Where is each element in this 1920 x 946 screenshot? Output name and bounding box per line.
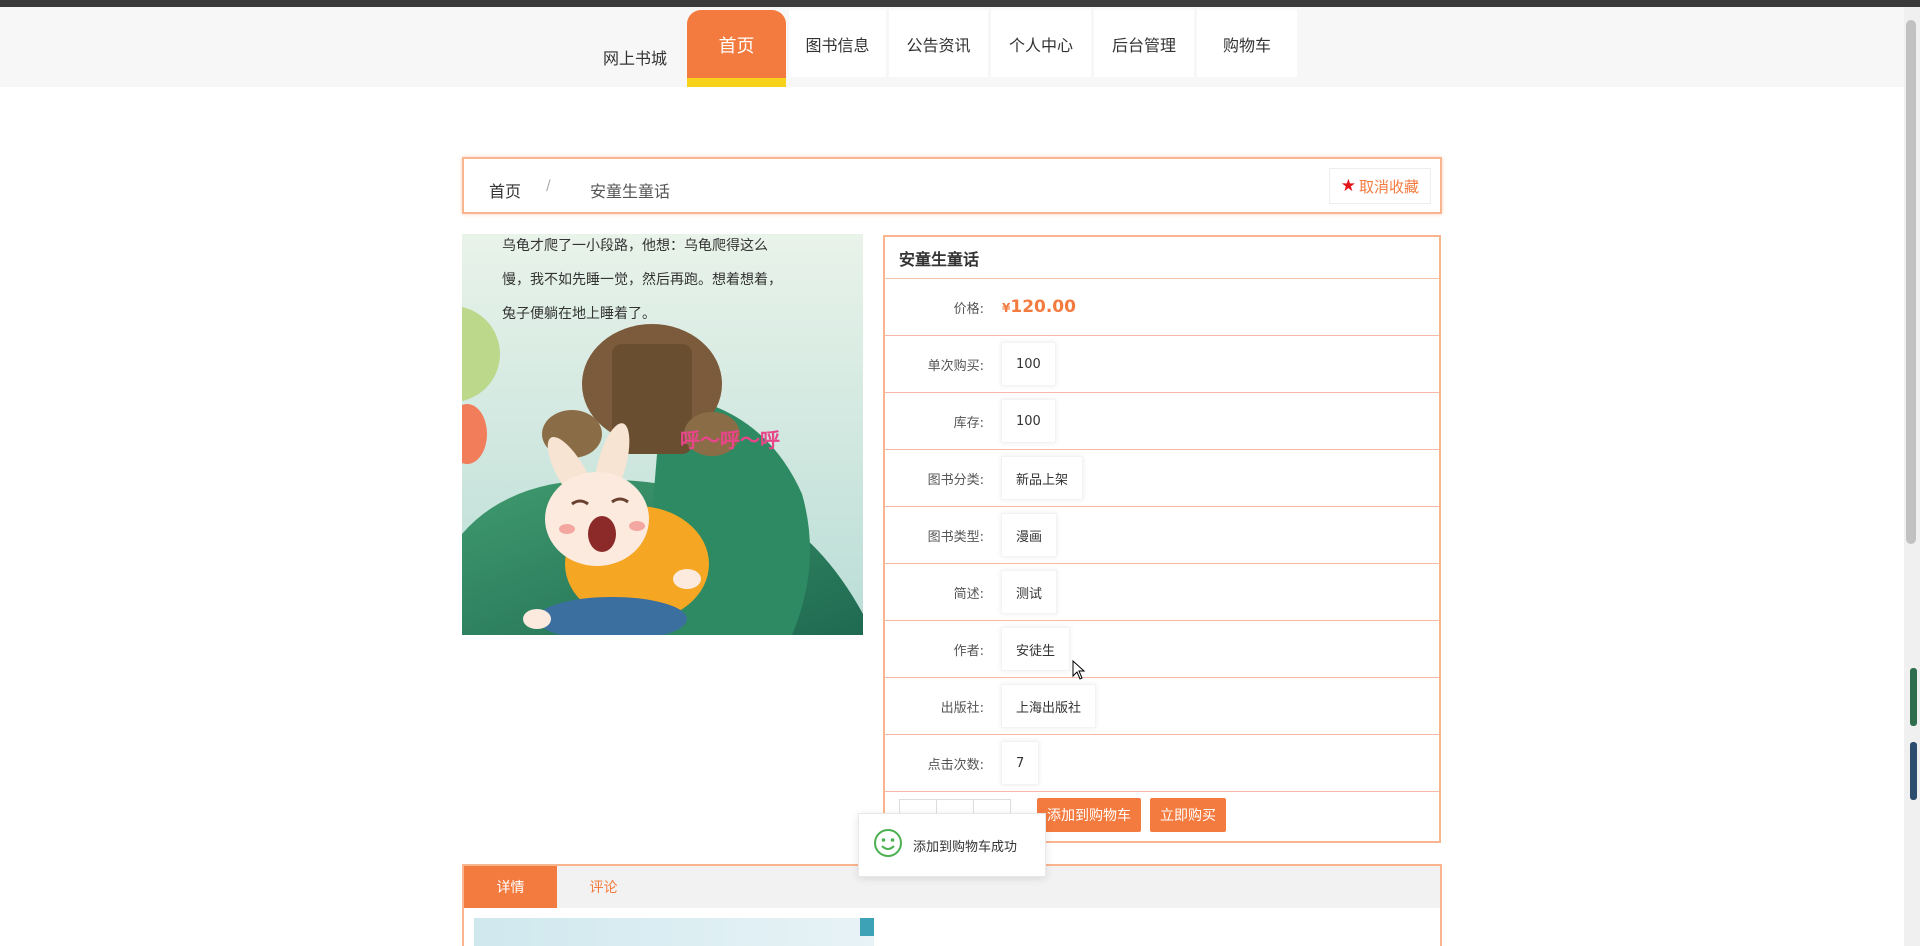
side-widget-blue[interactable]	[1910, 742, 1917, 800]
nav-item-profile[interactable]: 个人中心	[991, 10, 1091, 77]
field-label-author: 作者:	[953, 643, 984, 659]
book-title: 安童生童话	[885, 237, 1439, 279]
field-value-per-purchase: 100	[1001, 342, 1056, 386]
smile-icon	[873, 828, 903, 862]
nav-item-news[interactable]: 公告资讯	[889, 10, 988, 77]
buy-now-button[interactable]: 立即购买	[1150, 798, 1226, 832]
price-amount: 120.00	[1010, 297, 1076, 317]
field-row: 点击次数: 7	[885, 735, 1439, 792]
nav-item-admin[interactable]: 后台管理	[1094, 10, 1194, 77]
breadcrumb-current: 安童生童话	[590, 182, 671, 201]
nav-item-books[interactable]: 图书信息	[789, 10, 886, 77]
field-label-type: 图书类型:	[927, 529, 984, 545]
field-row: 图书分类: 新品上架	[885, 450, 1439, 507]
field-row: 作者: 安徒生	[885, 621, 1439, 678]
detail-image	[474, 918, 874, 946]
field-row: 单次购买: 100	[885, 336, 1439, 393]
toast-notification: 添加到购物车成功	[858, 813, 1046, 877]
book-cover-image: 乌龟才爬了一小段路，他想：乌龟爬得这么 慢，我不如先睡一觉，然后再跑。想着想着，…	[462, 234, 863, 635]
book-info-panel: 安童生童话 价格: ¥120.00 单次购买: 100 库存: 100 图书分类…	[883, 235, 1441, 843]
field-label-publisher: 出版社:	[940, 700, 984, 716]
cover-text-line-2: 慢，我不如先睡一觉，然后再跑。想着想着，	[502, 271, 782, 288]
field-value-stock: 100	[1001, 399, 1056, 443]
add-to-cart-button[interactable]: 添加到购物车	[1037, 798, 1141, 832]
field-value-type: 漫画	[1001, 513, 1058, 557]
cancel-favorite-button[interactable]: ★ 取消收藏	[1328, 168, 1431, 204]
tab-comments[interactable]: 评论	[557, 866, 650, 908]
field-label-clicks: 点击次数:	[927, 757, 984, 773]
field-label-per-purchase: 单次购买:	[927, 358, 984, 374]
cover-sound-text: 呼～呼～呼	[680, 428, 780, 452]
mouse-cursor-icon	[1072, 659, 1086, 684]
star-icon: ★	[1340, 176, 1356, 196]
field-label-summary: 简述:	[953, 586, 984, 602]
field-value-publisher: 上海出版社	[1001, 684, 1097, 728]
nav-item-cart[interactable]: 购物车	[1197, 10, 1297, 77]
breadcrumb-home-link[interactable]: 首页	[489, 178, 521, 202]
field-value-author: 安徒生	[1001, 627, 1071, 671]
field-label-category: 图书分类:	[927, 472, 984, 488]
field-label-stock: 库存:	[953, 415, 984, 431]
field-row: 简述: 测试	[885, 564, 1439, 621]
breadcrumb: 首页 / 安童生童话 ★ 取消收藏	[462, 157, 1442, 214]
nav-item-home[interactable]: 首页	[687, 10, 786, 87]
site-brand[interactable]: 网上书城	[603, 45, 667, 69]
tab-details[interactable]: 详情	[464, 866, 557, 908]
top-navbar: 网上书城 首页 图书信息 公告资讯 个人中心 后台管理 购物车	[0, 7, 1904, 87]
field-value-category: 新品上架	[1001, 456, 1084, 500]
cover-text-line-1: 乌龟才爬了一小段路，他想：乌龟爬得这么	[502, 237, 768, 254]
scrollbar-thumb[interactable]	[1906, 20, 1916, 544]
field-row: 图书类型: 漫画	[885, 507, 1439, 564]
field-value-summary: 测试	[1001, 570, 1058, 614]
price-value: ¥120.00	[1002, 297, 1076, 317]
main-nav: 首页 图书信息 公告资讯 个人中心 后台管理 购物车	[687, 10, 1300, 87]
side-widget-green[interactable]	[1910, 668, 1917, 726]
price-row: 价格: ¥120.00	[885, 279, 1439, 336]
window-top-strip	[0, 0, 1920, 7]
field-row: 出版社: 上海出版社	[885, 678, 1439, 735]
price-label: 价格:	[953, 301, 984, 317]
toast-message: 添加到购物车成功	[913, 839, 1018, 855]
field-value-clicks: 7	[1001, 741, 1040, 785]
cancel-favorite-label: 取消收藏	[1358, 177, 1419, 196]
breadcrumb-separator: /	[546, 178, 551, 194]
field-row: 库存: 100	[885, 393, 1439, 450]
cover-text-line-3: 兔子便躺在地上睡着了。	[502, 306, 656, 322]
